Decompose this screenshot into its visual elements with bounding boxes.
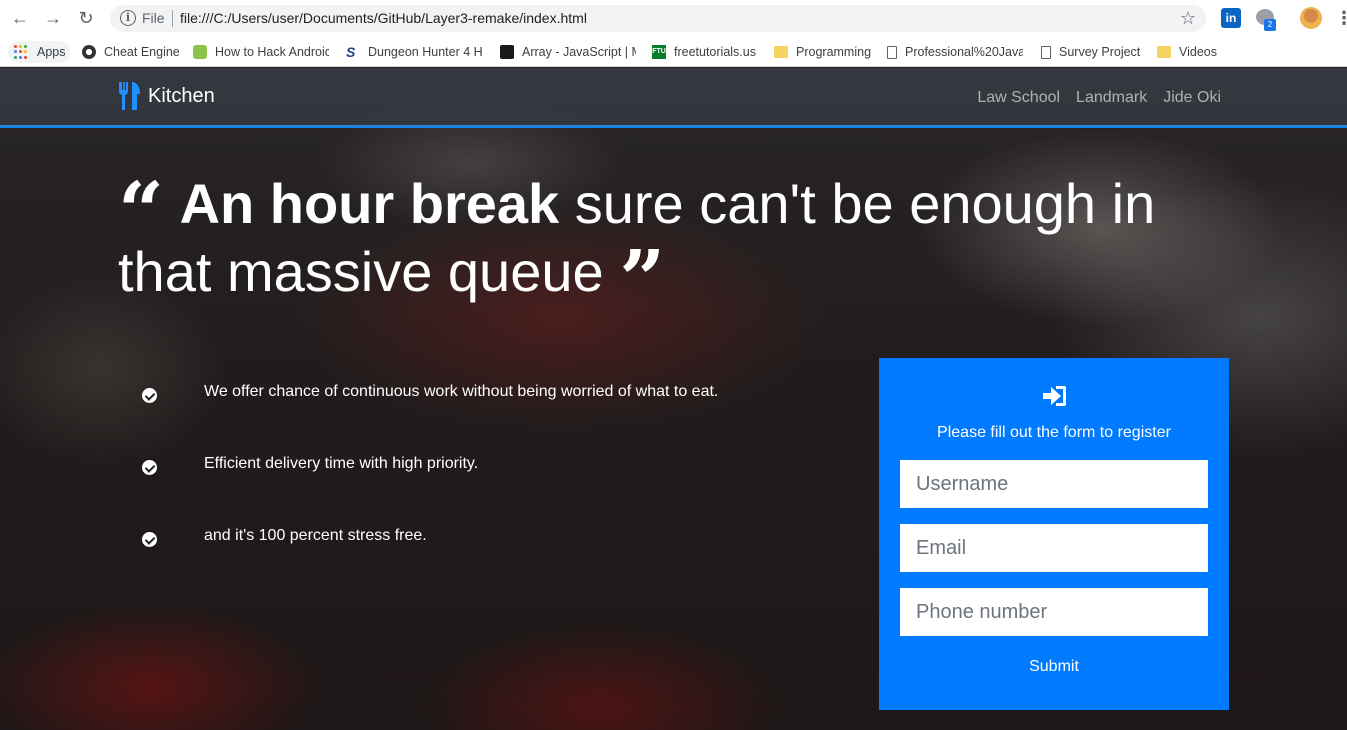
bookmark-label: Programming — [796, 45, 872, 59]
bookmark-dungeon-hunter[interactable]: S Dungeon Hunter 4 H — [346, 41, 482, 63]
bookmark-freetutorials[interactable]: FTU freetutorials.us — [652, 41, 760, 63]
address-divider — [172, 10, 173, 27]
page-icon — [887, 45, 897, 59]
bookmark-label: Apps — [37, 45, 66, 59]
form-title: Please fill out the form to register — [937, 424, 1171, 441]
browser-toolbar: ← → ↻ i File file:///C:/Users/user/Docum… — [0, 0, 1347, 36]
linkedin-extension-icon[interactable]: in — [1221, 8, 1241, 28]
address-bar[interactable]: i File file:///C:/Users/user/Documents/G… — [110, 5, 1206, 32]
back-arrow-icon[interactable]: ← — [9, 8, 31, 28]
feature-text: and it's 100 percent stress free. — [204, 527, 427, 544]
bookmark-label: Survey Project — [1059, 45, 1141, 59]
bookmark-apps[interactable]: Apps — [8, 41, 70, 63]
feature-text: Efficient delivery time with high priori… — [204, 455, 479, 472]
scheme-label: File — [142, 10, 165, 26]
page-icon — [1041, 45, 1051, 59]
bookmark-label: Cheat Engine — [104, 45, 180, 59]
bookmark-survey-project[interactable]: Survey Project — [1041, 41, 1145, 63]
bookmark-label: freetutorials.us — [674, 45, 756, 59]
sign-in-icon — [1043, 386, 1066, 406]
android-icon — [193, 45, 207, 59]
quote-right-icon: ” — [619, 232, 666, 326]
check-circle-icon — [142, 532, 157, 547]
bookmark-professional-java[interactable]: Professional%20Java — [887, 41, 1023, 63]
brand-name: Kitchen — [148, 84, 215, 107]
bookmark-programming[interactable]: Programming — [774, 41, 874, 63]
submit-button[interactable]: Submit — [1004, 652, 1104, 682]
utensils-icon — [118, 82, 140, 110]
bookmark-array-javascript[interactable]: Array - JavaScript | M — [500, 41, 636, 63]
reload-icon[interactable]: ↻ — [75, 8, 97, 28]
bookmark-star-icon[interactable]: ☆ — [1180, 8, 1196, 29]
bookmark-label: Array - JavaScript | M — [522, 45, 636, 59]
more-menu-icon[interactable]: ⋮ — [1335, 8, 1347, 28]
url-text[interactable]: file:///C:/Users/user/Documents/GitHub/L… — [180, 10, 587, 26]
page-content: Kitchen Law School Landmark Jide Oki “ A… — [0, 68, 1347, 730]
brand-link[interactable]: Kitchen — [118, 81, 215, 111]
info-icon[interactable]: i — [120, 10, 136, 26]
nav-links: Law School Landmark Jide Oki — [977, 89, 1221, 107]
forward-arrow-icon[interactable]: → — [42, 8, 64, 28]
bookmark-label: How to Hack Androic — [215, 45, 329, 59]
nav-link-law-school[interactable]: Law School — [977, 89, 1060, 107]
extension-badge: 2 — [1264, 19, 1276, 31]
folder-icon — [1157, 46, 1171, 58]
feature-text: We offer chance of continuous work witho… — [204, 383, 719, 400]
hero-quote: “ An hour break sure can't be enough in … — [118, 164, 1228, 326]
profile-avatar[interactable] — [1300, 7, 1322, 29]
cheat-engine-icon — [82, 45, 96, 59]
hero-bold-text: An hour break — [179, 172, 560, 235]
registration-form: Please fill out the form to register Sub… — [879, 358, 1229, 710]
ftu-icon: FTU — [652, 45, 666, 59]
bookmark-label: Videos — [1179, 45, 1217, 59]
site-navbar: Kitchen Law School Landmark Jide Oki — [0, 68, 1347, 128]
bookmark-label: Professional%20Java — [905, 45, 1023, 59]
nav-link-landmark[interactable]: Landmark — [1076, 89, 1147, 107]
bookmark-videos[interactable]: Videos — [1157, 41, 1227, 63]
s-logo-icon: S — [346, 44, 356, 60]
bookmark-cheat-engine[interactable]: Cheat Engine — [82, 41, 182, 63]
check-circle-icon — [142, 388, 157, 403]
folder-icon — [774, 46, 788, 58]
phone-input[interactable] — [900, 588, 1208, 636]
nav-link-jide-oki[interactable]: Jide Oki — [1163, 89, 1221, 107]
check-circle-icon — [142, 460, 157, 475]
apps-grid-icon — [14, 45, 28, 59]
quote-left-icon: “ — [118, 164, 165, 258]
email-input[interactable] — [900, 524, 1208, 572]
bookmarks-bar: Apps Cheat Engine How to Hack Androic S … — [0, 36, 1347, 67]
bookmark-label: Dungeon Hunter 4 H — [368, 45, 482, 59]
username-input[interactable] — [900, 460, 1208, 508]
mdn-icon — [500, 45, 514, 59]
bookmark-hack-android[interactable]: How to Hack Androic — [193, 41, 329, 63]
